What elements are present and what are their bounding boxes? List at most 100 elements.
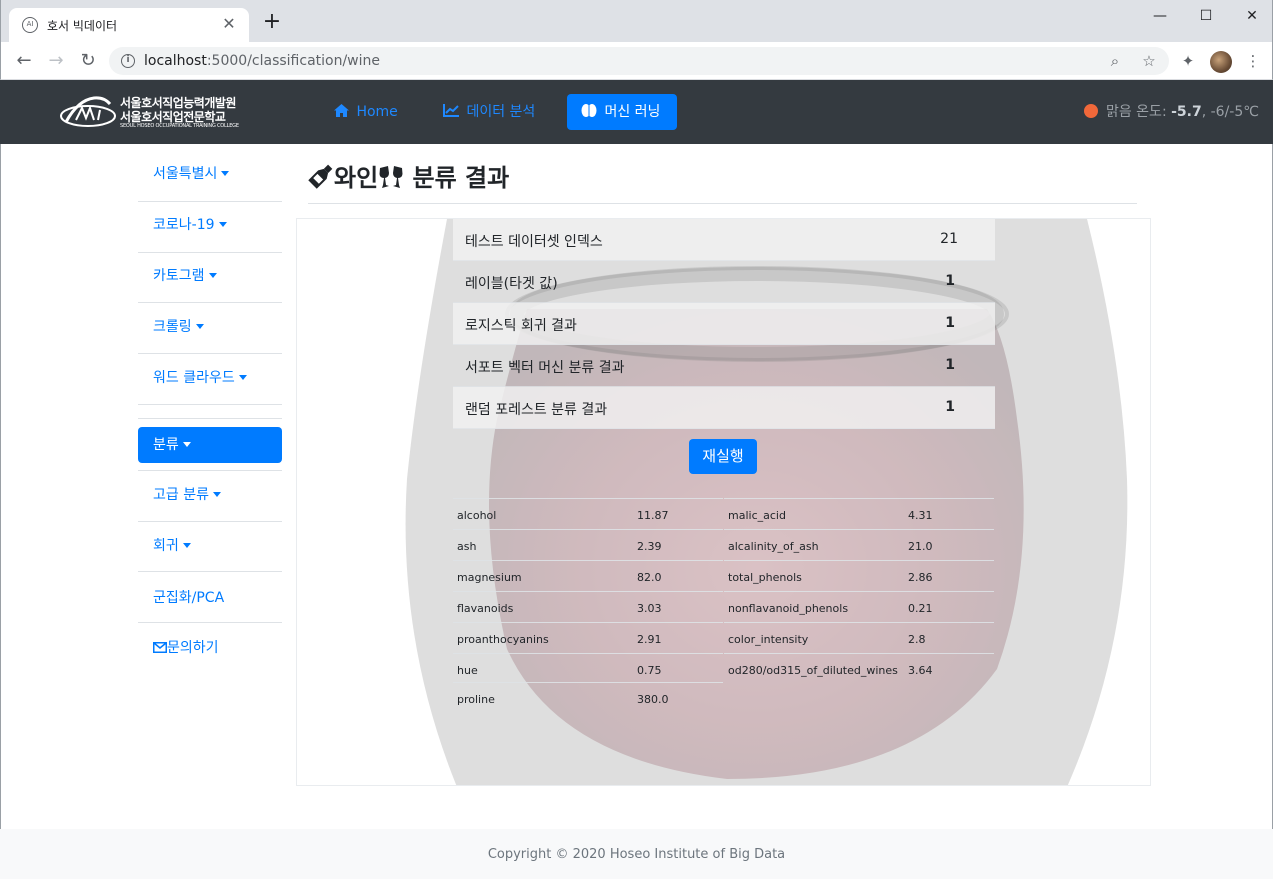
nav-home[interactable]: Home [334, 94, 398, 130]
sidebar-item-label: 회귀 [153, 538, 179, 554]
result-label: 테스트 데이터셋 인덱스 [465, 234, 603, 250]
result-value: 1 [945, 399, 955, 415]
result-panel: 테스트 데이터셋 인덱스 21 레이블(타겟 값) 1 로지스틱 회귀 결과 1… [296, 218, 1151, 786]
url-bar[interactable]: i localhost:5000/classification/wine ⌕ ☆ [109, 47, 1169, 75]
feature-cell: ash 2.39 [453, 529, 723, 559]
nav-data-analysis-label: 데이터 분석 [466, 104, 536, 120]
forward-arrow-icon[interactable]: → [45, 50, 67, 72]
sidebar-item-label: 고급 분류 [153, 487, 209, 503]
sidebar-divider [138, 418, 282, 419]
feature-value: 0.75 [637, 664, 662, 677]
feature-cell: proline 380.0 [453, 682, 723, 712]
tab-close-icon[interactable]: ✕ [219, 14, 239, 34]
sidebar-item-regression[interactable]: 회귀 [138, 528, 282, 564]
sidebar-item-label: 카토그램 [153, 268, 205, 284]
weather-widget: 맑음 온도: -5.7, -6/-5℃ [1083, 101, 1259, 121]
table-row: 로지스틱 회귀 결과 1 [453, 303, 995, 345]
page-title-suffix: 분류 결과 [404, 164, 510, 192]
sidebar-item-cartogram[interactable]: 카토그램 [138, 258, 282, 294]
wine-bottle-icon [308, 164, 334, 192]
menu-kebab-icon[interactable]: ⋮ [1243, 51, 1263, 71]
sidebar-item-label: 코로나-19 [153, 217, 215, 233]
sidebar-item-contact[interactable]: 문의하기 [138, 630, 282, 666]
weather-temp: -5.7 [1171, 104, 1202, 120]
feature-value: 4.31 [908, 509, 933, 522]
sidebar-item-crawling[interactable]: 크롤링 [138, 309, 282, 345]
wine-glasses-icon [378, 164, 404, 192]
sidebar-item-label: 문의하기 [167, 640, 219, 656]
college-logo[interactable]: 서울호서직업능력개발원 서울호서직업전문학교 SEOUL HOSEO OCCUP… [60, 92, 239, 134]
sidebar-divider [138, 201, 282, 202]
sidebar-divider [138, 571, 282, 572]
sidebar-divider [138, 404, 282, 405]
feature-cell: flavanoids 3.03 [453, 591, 723, 621]
feature-name: ash [457, 540, 477, 553]
weather-label: 맑음 온도: [1105, 104, 1172, 120]
nav-data-analysis[interactable]: 데이터 분석 [443, 94, 535, 130]
zoom-icon[interactable]: ⌕ [1105, 51, 1125, 71]
extensions-puzzle-icon[interactable]: ✦ [1178, 51, 1198, 71]
maximize-icon[interactable]: ☐ [1183, 4, 1229, 28]
feature-cell: proanthocyanins 2.91 [453, 622, 723, 652]
new-tab-button[interactable]: + [261, 11, 283, 34]
profile-avatar[interactable] [1210, 51, 1232, 73]
url-host: localhost [144, 53, 207, 69]
feature-cell: od280/od315_of_diluted_wines 3.64 [724, 653, 994, 683]
logo-subtitle: SEOUL HOSEO OCCUPATIONAL TRAINING COLLEG… [120, 123, 239, 129]
feature-value: 11.87 [637, 509, 669, 522]
title-divider [308, 203, 1137, 204]
back-arrow-icon[interactable]: ← [13, 50, 35, 72]
weather-dot-icon [1083, 104, 1098, 118]
sidebar-item-classification[interactable]: 분류 [138, 427, 282, 463]
feature-name: hue [457, 664, 478, 677]
sidebar-divider [138, 521, 282, 522]
feature-value: 3.64 [908, 664, 933, 677]
url-text[interactable]: localhost:5000/classification/wine [144, 53, 380, 69]
feature-name: od280/od315_of_diluted_wines [728, 664, 898, 677]
feature-cell: alcohol 11.87 [453, 498, 723, 528]
feature-cell: alcalinity_of_ash 21.0 [724, 529, 994, 559]
feature-name: proline [457, 693, 495, 706]
minimize-icon[interactable]: — [1137, 4, 1183, 28]
weather-range: , -6/-5℃ [1201, 104, 1259, 120]
brain-icon [581, 104, 601, 120]
feature-cell: malic_acid 4.31 [724, 498, 994, 528]
result-label: 서포트 벡터 머신 분류 결과 [465, 360, 625, 376]
sidebar-item-advanced-classification[interactable]: 고급 분류 [138, 477, 282, 513]
table-row: 랜덤 포레스트 분류 결과 1 [453, 387, 995, 429]
sidebar-item-seoul[interactable]: 서울특별시 [138, 156, 282, 192]
envelope-icon [153, 640, 167, 656]
address-toolbar: ← → ↻ i localhost:5000/classification/wi… [0, 42, 1273, 80]
bookmark-star-icon[interactable]: ☆ [1139, 51, 1159, 71]
sidebar-item-label: 크롤링 [153, 319, 192, 335]
site-navbar: 서울호서직업능력개발원 서울호서직업전문학교 SEOUL HOSEO OCCUP… [0, 80, 1273, 144]
sidebar-item-label: 군집화/PCA [153, 590, 225, 606]
feature-value: 0.21 [908, 602, 933, 615]
feature-cell: color_intensity 2.8 [724, 622, 994, 652]
sidebar-divider [138, 302, 282, 303]
browser-tab[interactable]: AI 호서 빅데이터 ✕ [9, 8, 249, 42]
site-info-icon[interactable]: i [121, 54, 135, 68]
feature-name: flavanoids [457, 602, 514, 615]
sidebar-item-wordcloud[interactable]: 워드 클라우드 [138, 360, 282, 396]
result-value: 1 [945, 357, 955, 373]
feature-name: alcalinity_of_ash [728, 540, 819, 553]
sidebar-item-corona[interactable]: 코로나-19 [138, 207, 282, 243]
feature-name: nonflavanoid_phenols [728, 602, 849, 615]
ai-favicon-icon: AI [22, 17, 38, 33]
url-path: :5000/classification/wine [206, 53, 381, 69]
caret-down-icon [238, 375, 247, 380]
feature-value: 21.0 [908, 540, 933, 553]
table-row: 레이블(타겟 값) 1 [453, 261, 995, 303]
sidebar-item-label: 서울특별시 [153, 166, 218, 182]
close-window-icon[interactable]: ✕ [1229, 4, 1273, 28]
feature-name: proanthocyanins [457, 633, 549, 646]
nav-machine-learning[interactable]: 머신 러닝 [567, 94, 677, 130]
caret-down-icon [212, 492, 221, 497]
footer-copyright: Copyright © 2020 Hoseo Institute of Big … [487, 847, 786, 862]
caret-down-icon [218, 222, 227, 227]
rerun-button[interactable]: 재실행 [689, 439, 757, 474]
reload-icon[interactable]: ↻ [77, 50, 99, 72]
sidebar-divider [138, 252, 282, 253]
sidebar-item-clustering-pca[interactable]: 군집화/PCA [138, 580, 282, 616]
